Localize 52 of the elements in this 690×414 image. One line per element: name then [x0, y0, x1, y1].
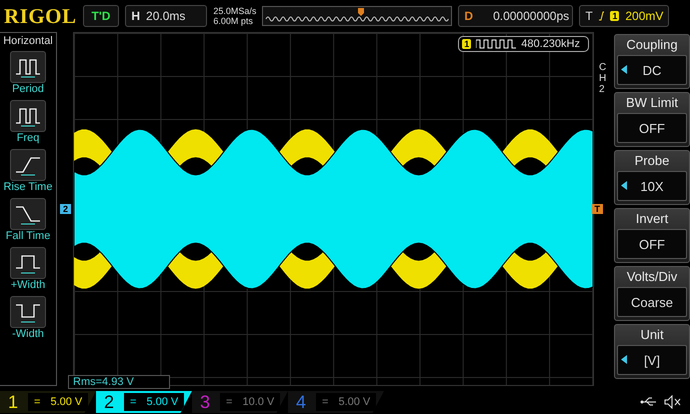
menu-value[interactable]: 10X [617, 171, 687, 201]
coupling-symbol: = [226, 396, 232, 408]
menu-title: Coupling [626, 36, 678, 54]
menu-panel[interactable]: Probe 10X [614, 150, 690, 205]
speaker-muted-icon [664, 395, 682, 409]
menu-title: Unit [640, 326, 664, 344]
brand-logo: RIGOL [4, 4, 77, 28]
channel-scale: 5.00 V [338, 396, 370, 408]
menu-panel[interactable]: BW Limit OFF [614, 92, 690, 147]
menu-value[interactable]: DC [617, 55, 687, 85]
channel-number: 1 [8, 392, 18, 412]
coupling-symbol: = [34, 396, 40, 408]
usb-icon [640, 397, 658, 407]
sample-rate: 25.0MSa/s [213, 6, 256, 16]
memory-depth: 6.00M pts [213, 16, 254, 26]
channel-number: 4 [296, 392, 306, 412]
menu-title: Volts/Div [626, 268, 678, 286]
channel-scale: 5.00 V [50, 396, 82, 408]
channel-scale: 10.0 V [242, 396, 274, 408]
channel-tab[interactable]: 4 = 5.00 V [288, 391, 384, 413]
menu-value[interactable]: Coarse [617, 287, 687, 317]
trigger-display[interactable]: T 1 200mV [579, 5, 670, 27]
menu-panel[interactable]: Invert OFF [614, 208, 690, 263]
menu-panel[interactable]: Coupling DC [614, 34, 690, 89]
channel-scale: 5.00 V [146, 396, 178, 408]
coupling-symbol: = [130, 396, 136, 408]
channel-tab[interactable]: 1 = 5.00 V [0, 391, 96, 413]
measurement-readout: Rms=4.93 V [68, 375, 170, 389]
frequency-counter: 1 480.230kHz [458, 36, 589, 52]
menu-title: BW Limit [626, 94, 678, 112]
delay-display[interactable]: D 0.00000000ps [458, 5, 574, 27]
menu-panel[interactable]: Unit [V] [614, 324, 690, 379]
run-status[interactable]: T'D [82, 5, 120, 27]
waveform-overview-icon [262, 6, 452, 26]
channel-number: 2 [104, 392, 114, 412]
trigger-marker[interactable]: T [592, 204, 603, 214]
channel-tab[interactable]: 3 = 10.0 V [192, 391, 288, 413]
menu-title: Horizontal [3, 35, 53, 47]
menu-value[interactable]: OFF [617, 113, 687, 143]
channel-label: CH2 [599, 62, 608, 95]
timebase-display[interactable]: H 20.0ms [125, 5, 208, 27]
square-wave-icon [476, 39, 516, 49]
channel-number: 3 [200, 392, 210, 412]
menu-value[interactable]: OFF [617, 229, 687, 259]
channel-marker[interactable]: 2 [60, 204, 72, 214]
coupling-symbol: = [322, 396, 328, 408]
menu-value[interactable]: [V] [617, 345, 687, 375]
menu-panel[interactable]: Volts/Div Coarse [614, 266, 690, 321]
rising-edge-icon [598, 11, 604, 21]
menu-title: Probe [634, 152, 670, 170]
channel-tab[interactable]: 2 = 5.00 V [96, 391, 192, 413]
menu-title: Invert [636, 210, 668, 228]
